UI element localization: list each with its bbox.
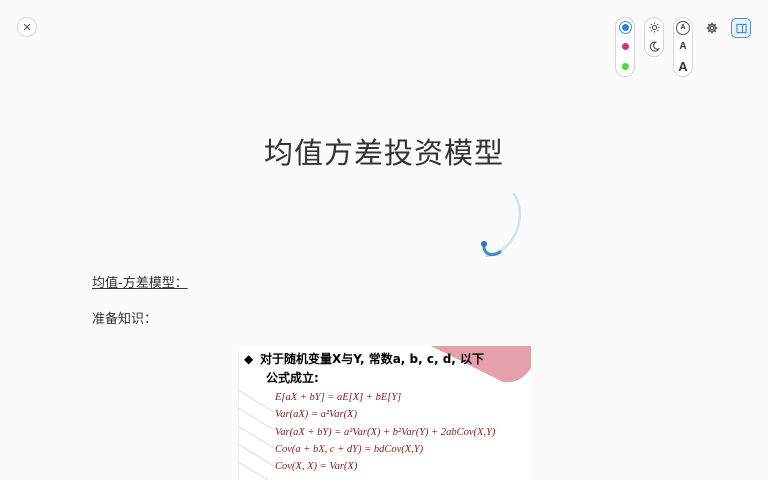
slide-intro: ◆ 对于随机变量X与Y, 常数a, b, c, d, 以下 公式成立:: [244, 350, 504, 388]
display-mode-selector: [644, 17, 664, 57]
color-dot-pink: [621, 43, 629, 51]
font-size-large[interactable]: A: [674, 57, 692, 76]
page-title: 均值方差投资模型: [263, 136, 504, 170]
font-size-small-label: A: [676, 20, 690, 35]
font-size-selector: A A A: [673, 17, 693, 77]
color-dot-green: [621, 62, 629, 70]
slide-image: ◆ 对于随机变量X与Y, 常数a, b, c, d, 以下 公式成立: E[aX …: [238, 346, 531, 480]
moon-icon: [649, 41, 660, 52]
close-icon: ✕: [22, 20, 32, 34]
loading-spinner-icon: [481, 192, 522, 258]
font-size-large-label: A: [678, 58, 688, 74]
settings-button[interactable]: [702, 18, 722, 38]
color-option-pink[interactable]: [616, 37, 634, 56]
section-heading-link[interactable]: 均值-方差模型：: [92, 272, 188, 291]
slide-intro-line2: 公式成立:: [266, 371, 319, 385]
color-theme-selector: [615, 17, 635, 77]
gear-icon: [706, 22, 718, 34]
font-size-medium-label: A: [679, 41, 687, 53]
color-dot-blue: [621, 24, 629, 32]
font-size-small[interactable]: A: [674, 18, 692, 37]
panel-toggle-button[interactable]: [731, 18, 751, 38]
bullet-diamond-icon: ◆: [244, 352, 254, 366]
formula-covariance-linear: Cov(a + bX, c + dY) = bdCov(X,Y): [275, 444, 424, 455]
prep-knowledge-label: 准备知识：: [92, 312, 158, 327]
close-button[interactable]: ✕: [17, 17, 37, 37]
formula-variance-scale: Var(aX) = a²Var(X): [275, 409, 357, 420]
sun-icon: [648, 22, 660, 33]
formula-variance-sum: Var(aX + bY) = a²Var(X) + b²Var(Y) + 2ab…: [275, 427, 496, 438]
slide-intro-line1: 对于随机变量X与Y, 常数a, b, c, d, 以下: [260, 352, 485, 366]
formula-expectation: E[aX + bY] = aE[X] + bE[Y]: [275, 392, 402, 403]
color-option-green[interactable]: [616, 57, 634, 76]
font-size-medium[interactable]: A: [674, 37, 692, 56]
panel-icon: [735, 23, 747, 33]
color-option-blue[interactable]: [616, 18, 634, 37]
light-mode-option[interactable]: [645, 18, 663, 37]
dark-mode-option[interactable]: [645, 37, 663, 56]
formula-covariance-self: Cov(X, X) = Var(X): [275, 461, 358, 472]
